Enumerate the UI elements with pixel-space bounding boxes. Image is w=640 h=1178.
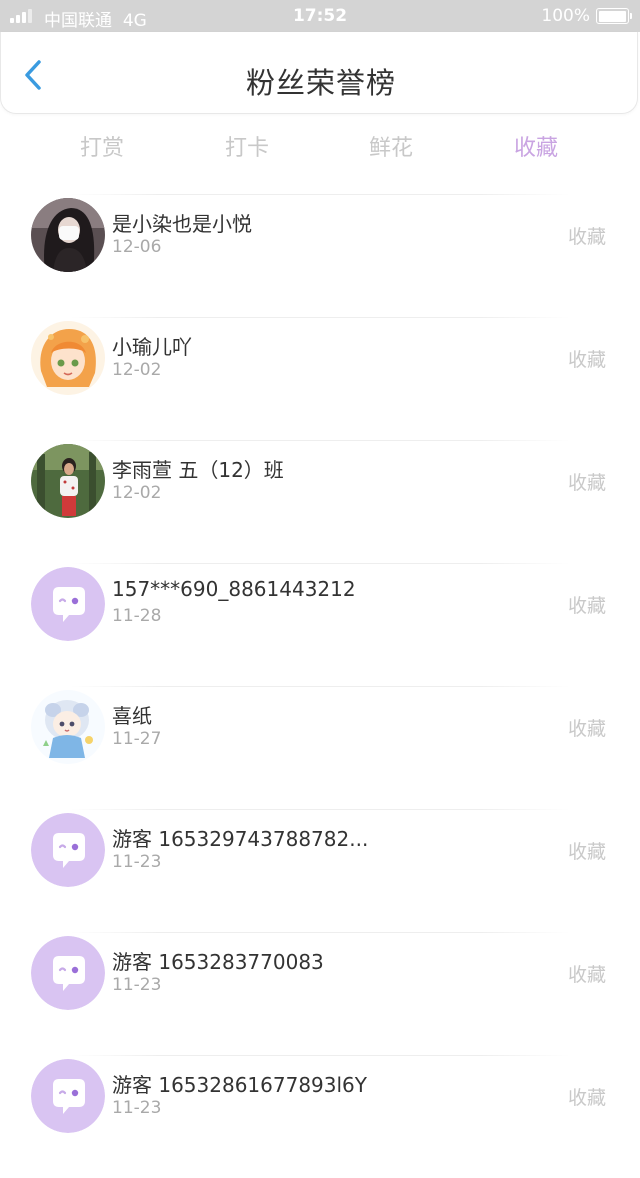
fan-date: 11-27 [112, 729, 162, 749]
nav-bar: 粉丝荣誉榜 [0, 32, 638, 114]
fan-name: 喜纸 [112, 704, 152, 728]
row-divider [70, 563, 570, 564]
fan-action: 收藏 [567, 349, 606, 371]
fan-action: 收藏 [567, 226, 606, 248]
fan-date: 12-02 [112, 360, 162, 380]
fan-date: 11-23 [112, 1098, 162, 1118]
list-item[interactable]: 李雨萱 五（12）班 12-02 收藏 [0, 440, 640, 563]
tab-favorites[interactable]: 收藏 [486, 130, 586, 162]
fan-name: 小瑜儿吖 [112, 335, 192, 359]
default-chat-avatar-icon[interactable] [31, 567, 105, 641]
fan-action: 收藏 [567, 964, 606, 986]
fan-date: 11-28 [112, 606, 162, 626]
fan-action: 收藏 [567, 1087, 606, 1109]
row-divider [70, 440, 570, 441]
row-divider [70, 809, 570, 810]
default-chat-avatar-icon[interactable] [31, 813, 105, 887]
row-divider [70, 932, 570, 933]
fan-date: 12-06 [112, 237, 162, 257]
list-item[interactable]: 喜纸 11-27 收藏 [0, 686, 640, 809]
list-item[interactable]: 是小染也是小悦 12-06 收藏 [0, 194, 640, 317]
list-item[interactable]: 157***690_8861443212 11-28 收藏 [0, 563, 640, 686]
page-title: 粉丝荣誉榜 [245, 66, 396, 100]
fan-name: 游客 165329743788782... [112, 827, 369, 851]
fan-action: 收藏 [567, 595, 606, 617]
tab-flowers[interactable]: 鲜花 [341, 130, 441, 162]
illustration-avatar[interactable] [31, 690, 105, 764]
tab-reward[interactable]: 打赏 [52, 130, 152, 162]
row-divider [70, 317, 570, 318]
fan-name: 157***690_8861443212 [112, 577, 356, 601]
fan-list: 是小染也是小悦 12-06 收藏 小瑜儿吖 12-02 收藏 李雨萱 五（12）… [0, 194, 640, 1178]
photo-avatar[interactable] [31, 444, 105, 518]
list-item[interactable]: 游客 16532861677893l6Y 11-23 收藏 [0, 1055, 640, 1178]
fan-date: 12-02 [112, 483, 162, 503]
list-item[interactable]: 游客 1653283770083 11-23 收藏 [0, 932, 640, 1055]
fan-date: 11-23 [112, 852, 162, 872]
battery-percent: 100% [541, 6, 590, 26]
default-chat-avatar-icon[interactable] [31, 1059, 105, 1133]
fan-name: 李雨萱 五（12）班 [112, 458, 284, 482]
status-bar: 中国联通 4G 17:52 100% [0, 0, 640, 32]
list-item[interactable]: 小瑜儿吖 12-02 收藏 [0, 317, 640, 440]
fan-action: 收藏 [567, 718, 606, 740]
row-divider [70, 194, 570, 195]
list-item[interactable]: 游客 165329743788782... 11-23 收藏 [0, 809, 640, 932]
illustration-avatar[interactable] [31, 321, 105, 395]
fan-name: 游客 1653283770083 [112, 950, 324, 974]
tab-bar: 打赏 打卡 鲜花 收藏 [0, 126, 640, 166]
tab-checkin[interactable]: 打卡 [197, 130, 297, 162]
battery-icon [596, 8, 632, 24]
fan-action: 收藏 [567, 472, 606, 494]
default-chat-avatar-icon[interactable] [31, 936, 105, 1010]
row-divider [70, 1055, 570, 1056]
photo-avatar[interactable] [31, 198, 105, 272]
fan-date: 11-23 [112, 975, 162, 995]
fan-name: 是小染也是小悦 [112, 212, 252, 236]
fan-action: 收藏 [567, 841, 606, 863]
fan-name: 游客 16532861677893l6Y [112, 1073, 367, 1097]
row-divider [70, 686, 570, 687]
